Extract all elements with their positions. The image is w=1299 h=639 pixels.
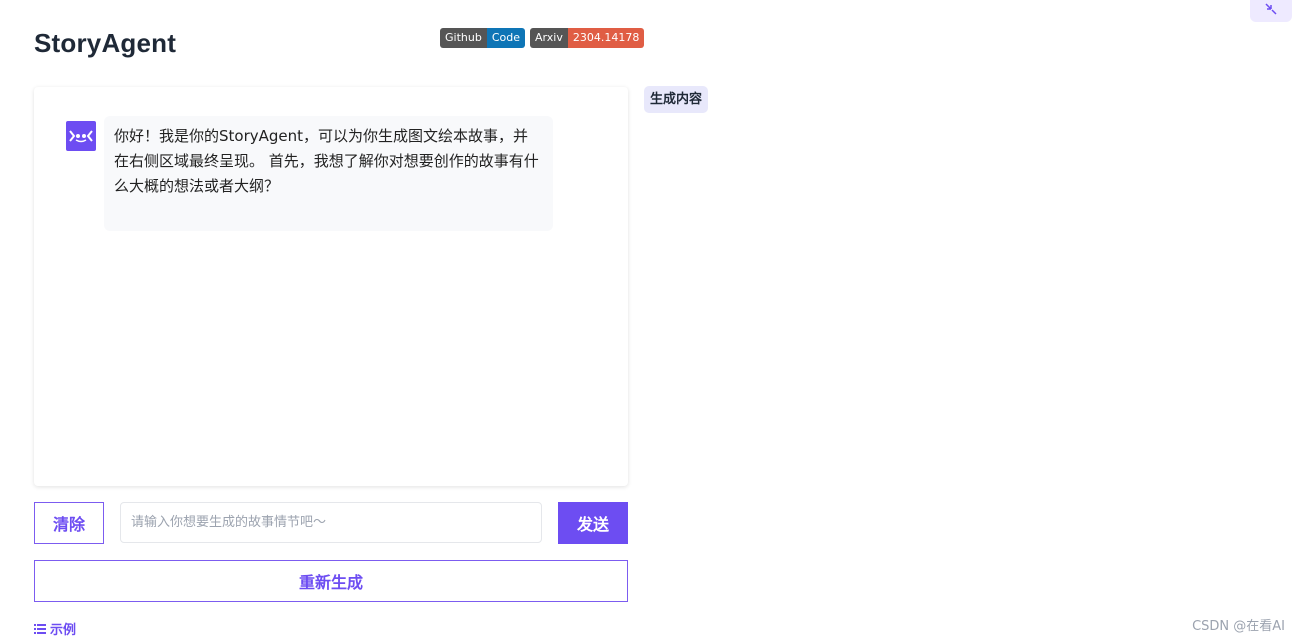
assistant-avatar: [66, 121, 96, 151]
generated-content-tag: 生成内容: [644, 86, 709, 113]
collapse-arrows-icon: [1265, 3, 1277, 15]
robot-icon: [69, 130, 93, 143]
watermark: CSDN @在看AI: [1192, 619, 1285, 634]
app-title: StoryAgent: [34, 28, 177, 58]
chat-panel[interactable]: 你好！我是你的StoryAgent，可以为你生成图文绘本故事，并在右侧区域最终呈…: [34, 87, 628, 486]
story-input[interactable]: [120, 502, 542, 543]
list-icon: [34, 623, 46, 634]
github-code-badge[interactable]: Github Code: [440, 28, 525, 48]
examples-toggle[interactable]: 示例: [34, 619, 76, 638]
arxiv-badge[interactable]: Arxiv 2304.14178: [530, 28, 645, 48]
regenerate-button[interactable]: 重新生成: [34, 560, 628, 602]
code-badge-value: Code: [486, 28, 525, 48]
badge-group: Github Code Arxiv 2304.14178: [440, 28, 645, 48]
arxiv-badge-value: 2304.14178: [567, 28, 645, 48]
arxiv-badge-label: Arxiv: [530, 28, 568, 48]
examples-label: 示例: [50, 623, 77, 638]
send-button[interactable]: 发送: [558, 502, 628, 544]
collapse-button[interactable]: [1250, 0, 1292, 22]
github-badge-label: Github: [440, 28, 487, 48]
clear-button[interactable]: 清除: [34, 502, 104, 544]
assistant-message: 你好！我是你的StoryAgent，可以为你生成图文绘本故事，并在右侧区域最终呈…: [104, 116, 553, 231]
